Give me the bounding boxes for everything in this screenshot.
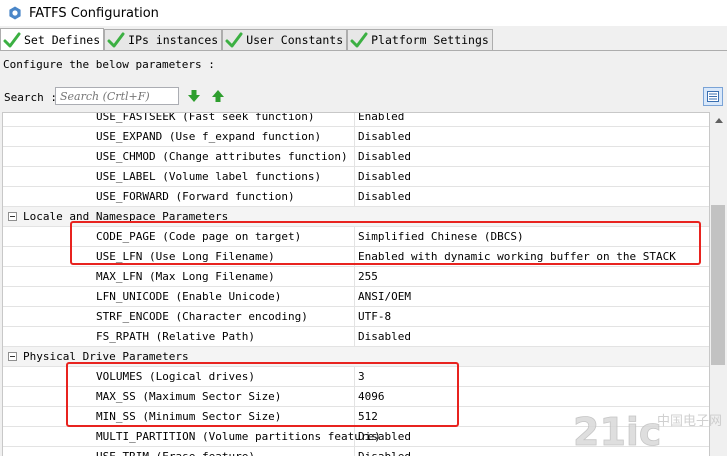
parameter-row[interactable]: USE_FORWARD (Forward function) Disabled [3,187,709,207]
parameter-name: CODE_PAGE (Code page on target) [96,230,302,243]
parameter-value[interactable]: Enabled with dynamic working buffer on t… [358,247,676,266]
parameter-row[interactable]: USE_CHMOD (Change attributes function) Di… [3,147,709,167]
title-bar: FATFS Configuration [0,0,727,26]
group-label: Locale and Namespace Parameters [23,210,229,223]
search-label: Search : [4,91,57,104]
watermark-logo: 21ic 中国电子网 [573,410,722,453]
parameter-name: FS_RPATH (Relative Path) [96,330,255,343]
list-view-button[interactable] [703,87,723,106]
checkmark-icon [350,32,368,48]
parameter-row[interactable]: USE_FASTSEEK (Fast seek function) Enabled [3,112,709,127]
parameter-name: MAX_SS (Maximum Sector Size) [96,390,282,403]
column-divider [354,427,355,446]
parameter-name: USE_EXPAND (Use f_expand function) [96,130,322,143]
parameter-name: MULTI_PARTITION (Volume partitions featu… [96,430,381,443]
parameter-value[interactable]: Disabled [358,167,411,186]
scroll-thumb[interactable] [711,205,725,365]
parameter-value[interactable]: 3 [358,367,365,386]
column-divider [354,167,355,186]
tab-user-constants[interactable]: User Constants [222,29,348,50]
list-view-icon [707,91,719,102]
checkmark-icon [107,32,125,48]
column-divider [354,113,355,126]
tab-label: Platform Settings [371,33,489,47]
parameter-row[interactable]: USE_LABEL (Volume label functions) Disabl… [3,167,709,187]
parameter-name: USE_CHMOD (Change attributes function) [96,150,348,163]
column-divider [354,227,355,246]
instructions-text: Configure the below parameters : [3,58,215,71]
search-bar: Search : [0,85,727,109]
parameter-value[interactable]: ANSI/OEM [358,287,411,306]
column-divider [354,147,355,166]
parameter-row[interactable]: MAX_SS (Maximum Sector Size) 4096 [3,387,709,407]
parameter-row[interactable]: USE_LFN (Use Long Filename) Enabled with … [3,247,709,267]
parameter-name: STRF_ENCODE (Character encoding) [96,310,308,323]
parameter-value[interactable]: Enabled [358,113,404,126]
group-header[interactable]: Locale and Namespace Parameters [3,207,709,227]
tab-divider [0,50,727,51]
parameter-row[interactable]: STRF_ENCODE (Character encoding) UTF-8 [3,307,709,327]
column-divider [354,367,355,386]
arrow-up-icon[interactable] [211,89,225,103]
tab-set-defines[interactable]: Set Defines [0,28,105,51]
parameter-value[interactable]: Disabled [358,127,411,146]
parameter-row[interactable]: LFN_UNICODE (Enable Unicode) ANSI/OEM [3,287,709,307]
parameter-value[interactable]: Disabled [358,427,411,446]
column-divider [354,287,355,306]
parameter-name: LFN_UNICODE (Enable Unicode) [96,290,282,303]
tab-bar: Set Defines IPs instances User Constants… [0,28,493,51]
tab-label: IPs instances [128,33,219,47]
checkmark-icon [3,32,21,48]
parameter-value[interactable]: Simplified Chinese (DBCS) [358,227,524,246]
column-divider [354,327,355,346]
column-divider [354,247,355,266]
tab-ips-instances[interactable]: IPs instances [104,29,223,50]
parameter-name: USE_TRIM (Erase feature) [96,447,354,456]
parameter-row[interactable]: CODE_PAGE (Code page on target) Simplifie… [3,227,709,247]
column-divider [354,307,355,326]
parameter-value[interactable]: Disabled [358,327,411,346]
parameter-name: MAX_LFN (Max Long Filename) [96,270,275,283]
watermark-text: 21ic [573,410,661,453]
column-divider [354,267,355,286]
parameter-value[interactable]: Disabled [358,187,411,206]
parameter-row[interactable]: MAX_LFN (Max Long Filename) 255 [3,267,709,287]
parameter-name: VOLUMES (Logical drives) [96,370,255,383]
parameter-value[interactable]: UTF-8 [358,307,391,326]
column-divider [354,187,355,206]
column-divider [354,127,355,146]
checkmark-icon [225,32,243,48]
parameter-value[interactable]: 255 [358,267,378,286]
column-divider [354,447,355,456]
parameter-row[interactable]: VOLUMES (Logical drives) 3 [3,367,709,387]
window-title: FATFS Configuration [29,5,159,21]
group-header[interactable]: Physical Drive Parameters [3,347,709,367]
search-input[interactable] [55,87,179,105]
parameter-value[interactable]: Disabled [358,447,411,456]
tab-label: User Constants [246,33,344,47]
gear-icon [9,6,21,20]
tab-platform-settings[interactable]: Platform Settings [347,29,493,50]
column-divider [354,387,355,406]
column-divider [354,407,355,426]
arrow-down-icon[interactable] [187,89,201,103]
parameter-value[interactable]: Disabled [358,147,411,166]
parameter-row[interactable]: FS_RPATH (Relative Path) Disabled [3,327,709,347]
parameter-name: USE_FASTSEEK (Fast seek function) [96,112,315,123]
parameter-name: USE_FORWARD (Forward function) [96,190,295,203]
parameter-row[interactable]: USE_EXPAND (Use f_expand function) Disabl… [3,127,709,147]
tab-label: Set Defines [24,33,101,47]
parameter-name: MIN_SS (Minimum Sector Size) [96,410,282,423]
collapse-toggle-icon[interactable] [8,352,17,361]
parameter-name: USE_LFN (Use Long Filename) [96,250,275,263]
chevron-up-icon [714,118,723,123]
parameter-value[interactable]: 4096 [358,387,385,406]
parameter-name: USE_LABEL (Volume label functions) [96,170,322,183]
group-label: Physical Drive Parameters [23,350,189,363]
scroll-up-button[interactable] [710,112,727,129]
collapse-toggle-icon[interactable] [8,212,17,221]
parameter-value[interactable]: 512 [358,407,378,426]
watermark-subtext: 中国电子网 [657,414,722,429]
